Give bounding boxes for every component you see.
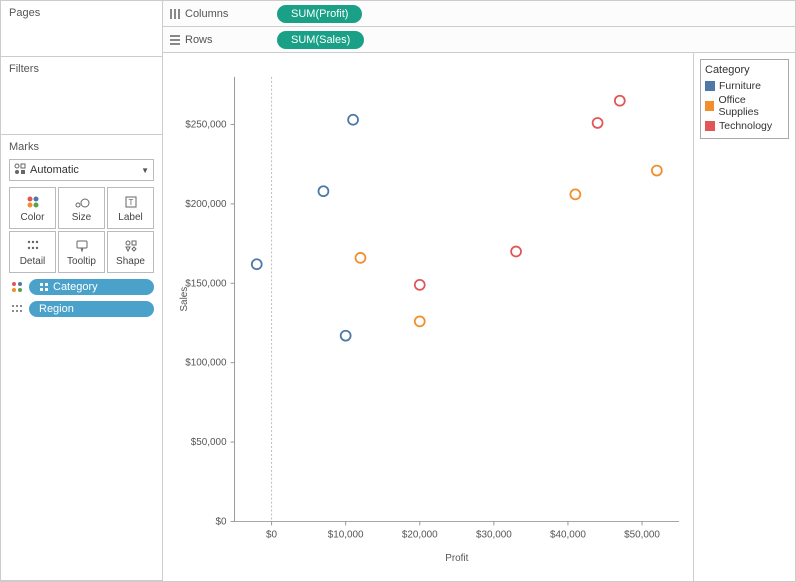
filters-shelf[interactable]: Filters — [1, 57, 162, 135]
data-point[interactable] — [252, 259, 262, 269]
svg-text:$30,000: $30,000 — [476, 529, 512, 540]
data-point[interactable] — [356, 253, 366, 263]
legend-swatch — [705, 121, 715, 131]
legend-item[interactable]: Furniture — [705, 80, 784, 92]
data-point[interactable] — [415, 316, 425, 326]
svg-text:$250,000: $250,000 — [185, 119, 227, 130]
columns-icon — [169, 8, 181, 20]
detail-icon — [25, 238, 41, 254]
color-icon — [9, 280, 25, 294]
mark-label-label: Label — [118, 212, 142, 223]
detail-icon — [9, 302, 25, 316]
columns-pill-text: SUM(Profit) — [291, 8, 348, 20]
chevron-down-icon: ▼ — [141, 166, 149, 175]
svg-text:$10,000: $10,000 — [328, 529, 364, 540]
svg-text:$20,000: $20,000 — [402, 529, 438, 540]
columns-pill[interactable]: SUM(Profit) — [277, 5, 362, 23]
legend-swatch — [705, 101, 714, 111]
rows-shelf[interactable]: Rows SUM(Sales) — [163, 27, 795, 53]
legend-item-label: Office Supplies — [718, 94, 784, 118]
category-pill[interactable]: Category — [29, 279, 154, 295]
data-point[interactable] — [341, 331, 351, 341]
region-pill-label: Region — [39, 303, 74, 315]
shape-icon — [123, 238, 139, 254]
main-area: Columns SUM(Profit) Rows SUM(Sales) $0 $5… — [163, 1, 795, 581]
mark-size-button[interactable]: Size — [58, 187, 105, 229]
svg-text:$40,000: $40,000 — [550, 529, 586, 540]
svg-text:$100,000: $100,000 — [185, 358, 227, 369]
legend-title: Category — [705, 64, 784, 76]
color-icon — [25, 194, 41, 210]
svg-text:$50,000: $50,000 — [191, 437, 227, 448]
legend-item-label: Technology — [719, 120, 772, 132]
mark-tooltip-button[interactable]: Tooltip — [58, 231, 105, 273]
rows-icon — [169, 34, 181, 46]
svg-text:$0: $0 — [266, 529, 278, 540]
mark-type-dropdown[interactable]: Automatic ▼ — [9, 159, 154, 181]
columns-shelf-label: Columns — [169, 8, 269, 20]
columns-shelf[interactable]: Columns SUM(Profit) — [163, 1, 795, 27]
rows-pill-text: SUM(Sales) — [291, 34, 350, 46]
filters-title: Filters — [9, 61, 154, 79]
left-panel: Pages Filters Marks Automatic ▼ Color — [1, 1, 163, 581]
legend-swatch — [705, 81, 715, 91]
columns-label-text: Columns — [185, 8, 228, 20]
svg-text:$0: $0 — [216, 516, 228, 527]
legend-item[interactable]: Technology — [705, 120, 784, 132]
app-root: Pages Filters Marks Automatic ▼ Color — [0, 0, 796, 582]
data-point[interactable] — [318, 186, 328, 196]
data-point[interactable] — [593, 118, 603, 128]
legend-panel: Category Furniture Office Supplies Technol… — [693, 53, 795, 581]
svg-text:$50,000: $50,000 — [624, 529, 660, 540]
rows-label-text: Rows — [185, 34, 213, 46]
mark-label-button[interactable]: T Label — [107, 187, 154, 229]
svg-text:$150,000: $150,000 — [185, 278, 227, 289]
detail-pill-row: Region — [9, 301, 154, 317]
scatter-chart: $0 $50,000 $100,000 $150,000 $200,000 $250,00… — [173, 63, 689, 577]
size-icon — [74, 194, 90, 210]
region-pill[interactable]: Region — [29, 301, 154, 317]
svg-text:T: T — [128, 198, 133, 207]
mark-detail-button[interactable]: Detail — [9, 231, 56, 273]
mark-properties-grid: Color Size T Label Detail Tooltip — [9, 187, 154, 273]
legend-box[interactable]: Category Furniture Office Supplies Technol… — [700, 59, 789, 139]
data-point[interactable] — [570, 189, 580, 199]
field-icon — [39, 282, 49, 292]
mark-size-label: Size — [72, 212, 91, 223]
mark-shape-button[interactable]: Shape — [107, 231, 154, 273]
color-pill-row: Category — [9, 279, 154, 295]
legend-item[interactable]: Office Supplies — [705, 94, 784, 118]
tooltip-icon — [74, 238, 90, 254]
data-point[interactable] — [615, 96, 625, 106]
pages-title: Pages — [9, 5, 154, 23]
rows-pill[interactable]: SUM(Sales) — [277, 31, 364, 49]
category-pill-label: Category — [53, 281, 98, 293]
data-point[interactable] — [415, 280, 425, 290]
data-point[interactable] — [652, 166, 662, 176]
chart-container[interactable]: $0 $50,000 $100,000 $150,000 $200,000 $250,00… — [163, 53, 693, 581]
mark-detail-label: Detail — [20, 256, 46, 267]
rows-shelf-label: Rows — [169, 34, 269, 46]
mark-color-label: Color — [21, 212, 45, 223]
marks-title: Marks — [9, 139, 154, 157]
data-point[interactable] — [348, 115, 358, 125]
shape-auto-icon — [14, 163, 26, 178]
marks-card: Marks Automatic ▼ Color Size T — [1, 135, 162, 581]
legend-item-label: Furniture — [719, 80, 761, 92]
mark-tooltip-label: Tooltip — [67, 256, 96, 267]
label-icon: T — [123, 194, 139, 210]
pages-shelf[interactable]: Pages — [1, 1, 162, 57]
mark-shape-label: Shape — [116, 256, 145, 267]
mark-color-button[interactable]: Color — [9, 187, 56, 229]
data-point[interactable] — [511, 247, 521, 257]
svg-text:Profit: Profit — [445, 553, 468, 564]
svg-text:Sales: Sales — [179, 287, 190, 312]
viz-area: $0 $50,000 $100,000 $150,000 $200,000 $250,00… — [163, 53, 795, 581]
mark-type-label: Automatic — [30, 164, 79, 176]
svg-text:$200,000: $200,000 — [185, 199, 227, 210]
